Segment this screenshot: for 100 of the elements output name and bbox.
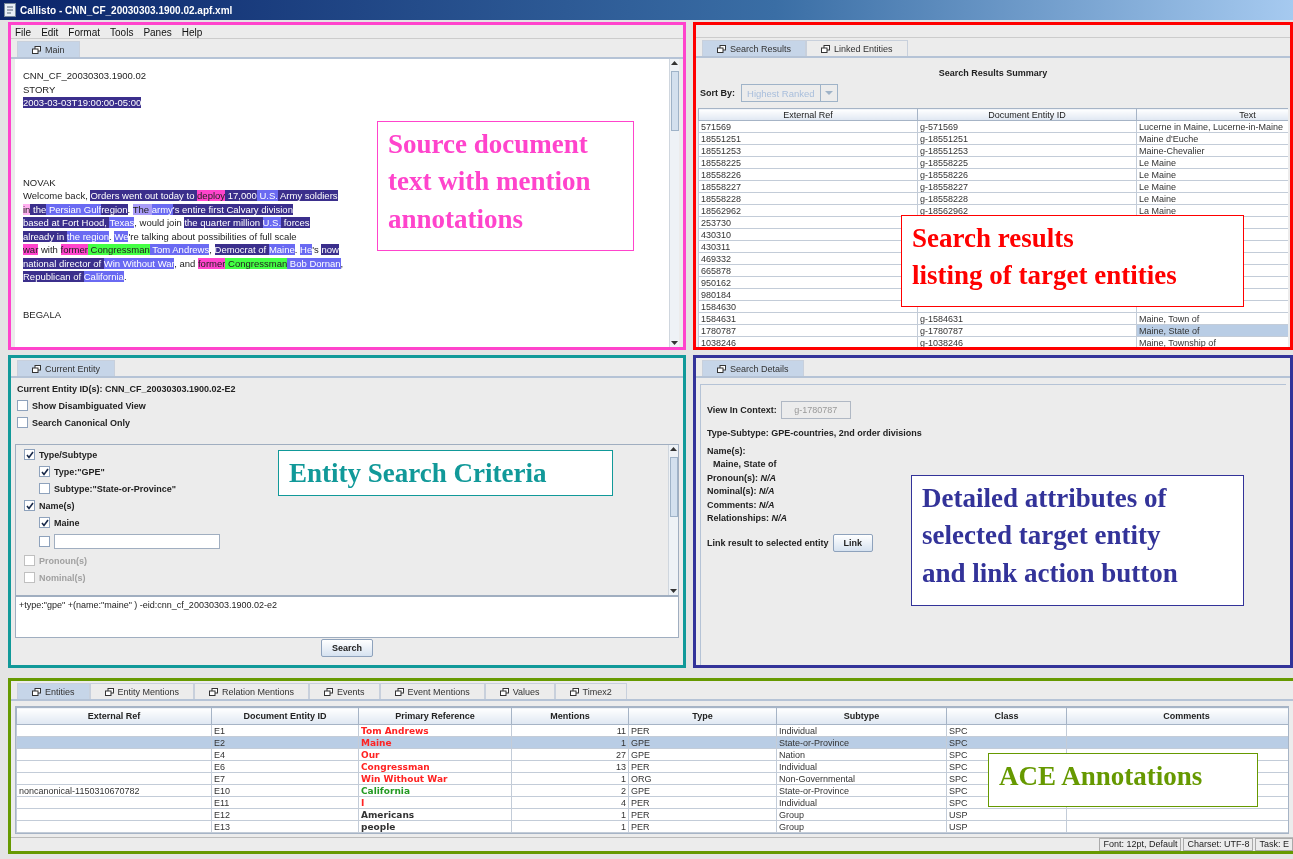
status-text: Font: 12pt, Default: [1099, 838, 1182, 851]
up-arrow-icon[interactable]: [671, 61, 678, 65]
option-label: Type:"GPE": [54, 466, 105, 477]
option-label: Search Canonical Only: [32, 417, 131, 428]
document-line: national director of Win Without War, and former Congressman Bob Dornan,: [23, 256, 344, 270]
windows-icon: [324, 687, 334, 696]
document-line: CNN_CF_20030303.1900.02: [23, 69, 147, 83]
attribute-text: Comments: N/A: [707, 498, 775, 512]
windows-icon: [821, 44, 831, 53]
window-title: Callisto - CNN_CF_20030303.1900.02.apf.xml: [20, 4, 233, 16]
tab[interactable]: Entities: [17, 683, 90, 699]
column-header[interactable]: External Ref: [698, 108, 918, 121]
windows-icon: [717, 364, 726, 373]
option-label: Subtype:"State-or-Province": [54, 483, 177, 494]
menu-item[interactable]: Tools: [110, 27, 134, 36]
windows-icon: [499, 687, 509, 696]
windows-icon: [209, 687, 219, 696]
tab[interactable]: Entity Mentions: [89, 683, 195, 699]
status-text: Task: E: [1255, 838, 1293, 851]
tab[interactable]: Events: [309, 683, 380, 699]
tab[interactable]: Event Mentions: [379, 683, 485, 699]
checkbox[interactable]: [17, 400, 28, 411]
attribute-text: Relationships: N/A: [707, 512, 787, 525]
table-cell: Maine, Township of: [1136, 336, 1288, 347]
scrollbar-thumb[interactable]: [669, 457, 678, 517]
column-header[interactable]: Type: [628, 707, 777, 725]
column-header[interactable]: Document Entity ID: [917, 108, 1137, 121]
context-label: View In Context:: [707, 405, 777, 415]
status-text: Charset: UTF-8: [1183, 838, 1254, 851]
sort-label: Sort By:: [700, 88, 735, 98]
tab[interactable]: Linked Entities: [806, 40, 908, 56]
windows-icon: [32, 687, 41, 696]
tab[interactable]: Main: [17, 41, 80, 57]
document-line: STORY: [23, 82, 56, 96]
document-line: based at Fort Hood, Texas, would join the quarter million U.S. forces: [23, 216, 310, 230]
type-subtype-text: Type-Subtype: GPE-countries, 2nd order divisions: [707, 427, 922, 440]
table-cell: 1038246: [698, 336, 918, 347]
name-value: Maine, State of: [712, 458, 777, 471]
column-header[interactable]: Subtype: [776, 707, 947, 725]
menu-item[interactable]: Help: [181, 27, 203, 36]
column-header[interactable]: Mentions: [511, 707, 629, 725]
windows-icon: [569, 687, 579, 696]
callout-text: Detailed attributes of selected target entity and link action button: [911, 475, 1244, 606]
checkbox[interactable]: [39, 536, 50, 547]
checkbox[interactable]: [39, 483, 50, 494]
document-line: already in the region. We're talking about possibilities of full scale: [23, 229, 297, 243]
windows-icon: [717, 44, 726, 53]
windows-icon: [104, 687, 114, 696]
tab[interactable]: Search Results: [702, 40, 807, 56]
callout-text: Source document text with mention annotations: [377, 121, 634, 251]
checkbox[interactable]: [24, 449, 35, 460]
entity-id-label: Current Entity ID(s): CNN_CF_20030303.1900.02-E2: [17, 384, 237, 394]
checkbox[interactable]: [39, 517, 50, 528]
checkbox[interactable]: [17, 417, 28, 428]
menu-item[interactable]: Format: [68, 27, 101, 36]
checkbox[interactable]: [39, 466, 50, 477]
column-header[interactable]: Primary Reference: [358, 707, 512, 725]
tab[interactable]: Current Entity: [17, 360, 116, 376]
tab[interactable]: Relation Mentions: [194, 683, 310, 699]
windows-icon: [32, 364, 41, 373]
tab[interactable]: Timex2: [554, 683, 627, 699]
option-label: Nominal(s): [39, 572, 86, 583]
option-label: Type/Subtype: [39, 449, 98, 460]
name-input-field[interactable]: [54, 534, 220, 549]
table-cell: g-1038246: [917, 336, 1137, 347]
column-header[interactable]: Document Entity ID: [211, 707, 359, 725]
names-label: Name(s):: [707, 444, 746, 458]
down-arrow-icon[interactable]: [671, 341, 678, 345]
option-label: Show Disambiguated View: [32, 400, 146, 411]
menu-item[interactable]: Panes: [143, 27, 172, 36]
scrollbar-thumb[interactable]: [670, 71, 679, 131]
app-icon: [4, 3, 16, 17]
document-line: NOVAK: [23, 175, 56, 189]
checkbox[interactable]: [24, 500, 35, 511]
column-header[interactable]: Comments: [1066, 707, 1288, 725]
column-header[interactable]: External Ref: [16, 707, 212, 725]
menu-item[interactable]: Edit: [41, 27, 59, 36]
link-label: Link result to selected entity: [707, 537, 829, 548]
column-header[interactable]: Text: [1136, 108, 1288, 121]
document-line: Republican of California.: [23, 270, 127, 284]
scrollbar[interactable]: [668, 445, 678, 595]
search-button[interactable]: Search: [321, 639, 373, 657]
callout-text: Entity Search Criteria: [278, 450, 613, 496]
menu-item[interactable]: File: [15, 27, 32, 36]
query-text-area[interactable]: +type:"gpe" +(name:"maine" ) -eid:cnn_cf_20030303.1900.02-e2: [15, 596, 679, 638]
option-label: Name(s): [39, 500, 75, 511]
attribute-text: Nominal(s): N/A: [707, 485, 775, 498]
panel-heading: Search Results Summary: [937, 68, 1049, 78]
attribute-text: Pronoun(s): N/A: [707, 471, 776, 485]
tab[interactable]: Values: [484, 683, 555, 699]
link-button[interactable]: Link: [832, 533, 874, 552]
option-label: Maine: [54, 517, 80, 528]
windows-icon: [32, 45, 41, 54]
option-label: Pronoun(s): [39, 555, 87, 566]
up-arrow-icon[interactable]: [670, 447, 677, 451]
windows-icon: [394, 687, 404, 696]
scrollbar[interactable]: [669, 59, 679, 347]
column-header[interactable]: Class: [946, 707, 1067, 725]
tab[interactable]: Search Details: [702, 360, 804, 376]
down-arrow-icon[interactable]: [670, 589, 677, 593]
